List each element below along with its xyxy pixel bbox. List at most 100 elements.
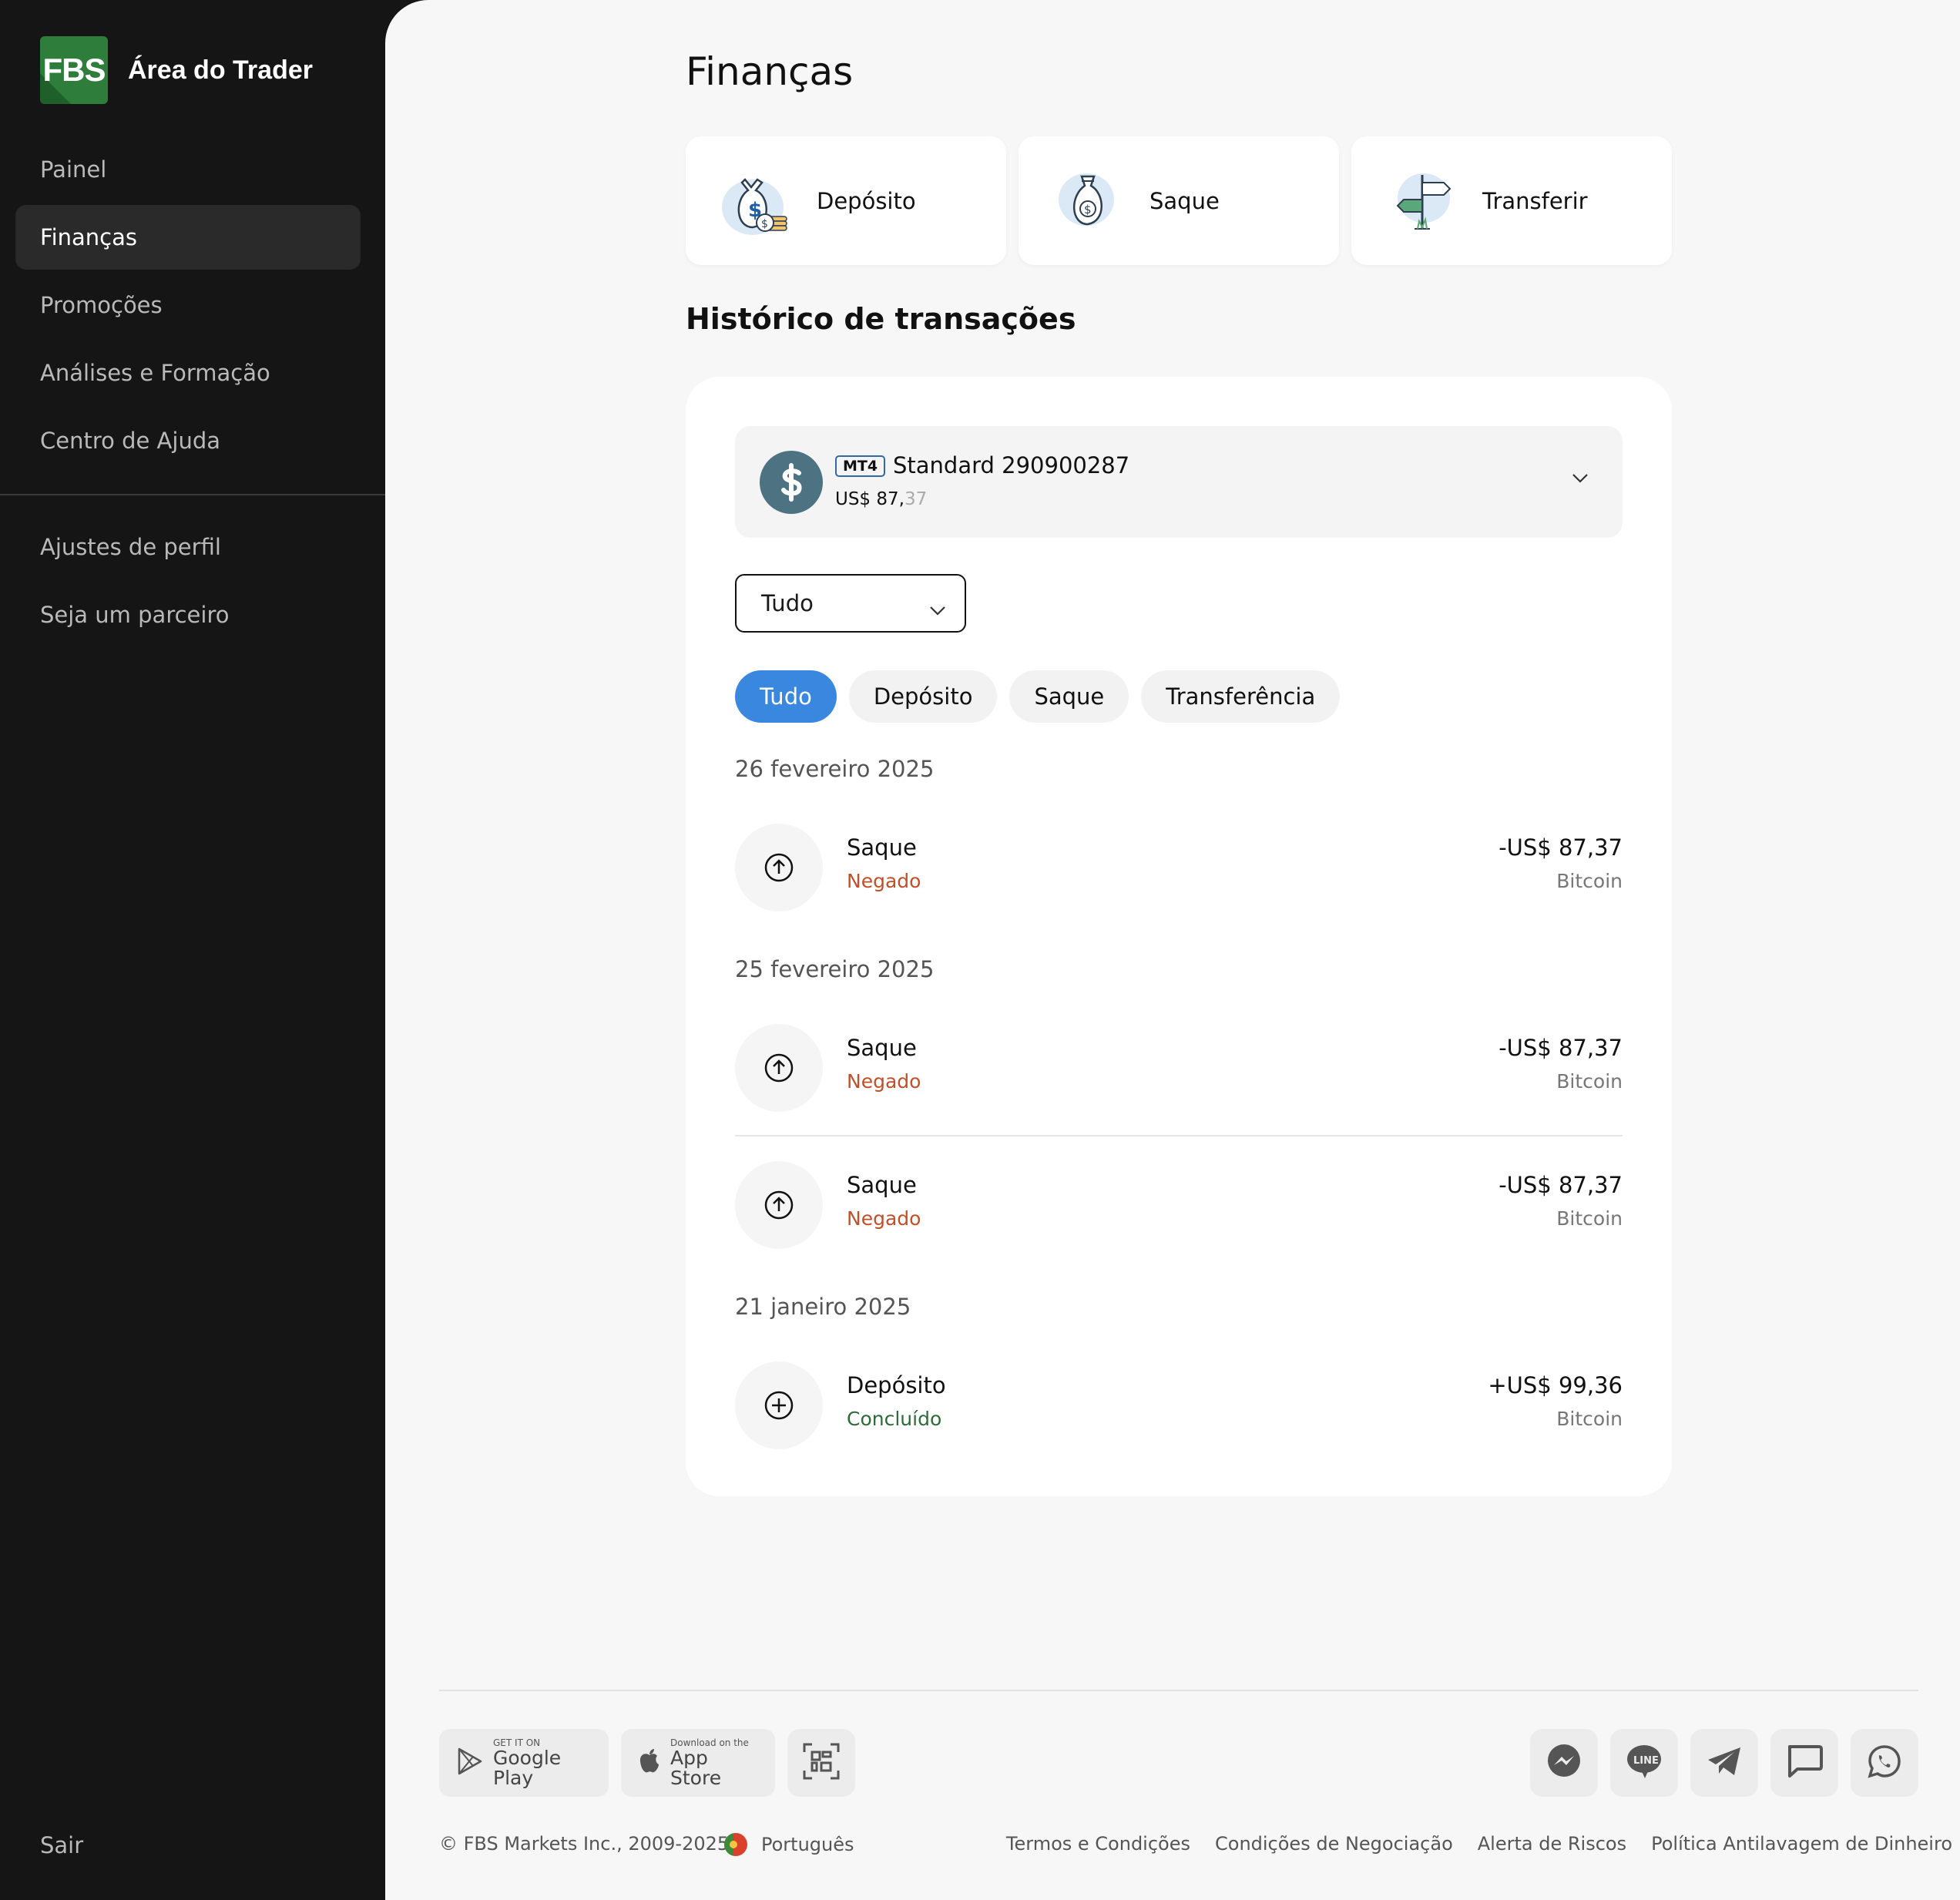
- transaction-method: Bitcoin: [1556, 1408, 1623, 1430]
- date-label: 25 fevereiro 2025: [735, 956, 935, 982]
- footer-links: Termos e Condições Condições de Negociaç…: [1006, 1833, 1952, 1855]
- footer-link-trading-conditions[interactable]: Condições de Negociação: [1215, 1833, 1453, 1855]
- logo-text: FBS: [42, 52, 106, 88]
- logo-row[interactable]: FBS Área do Trader: [40, 36, 313, 104]
- apple-icon: [638, 1747, 661, 1778]
- type-select[interactable]: Tudo: [735, 574, 966, 633]
- sidebar-divider: [0, 494, 385, 495]
- filter-chips: Tudo Depósito Saque Transferência: [735, 670, 1341, 723]
- filter-chip-transferencia[interactable]: Transferência: [1141, 670, 1341, 723]
- money-bag-icon: $: [1046, 158, 1133, 244]
- app-store-button[interactable]: Download on the App Store: [621, 1729, 775, 1797]
- type-select-value: Tudo: [761, 590, 814, 616]
- balance-main: US$ 87,: [835, 489, 904, 509]
- withdraw-card[interactable]: $ Saque: [1019, 136, 1339, 265]
- account-selector[interactable]: MT4 Standard 290900287 US$ 87,37: [735, 426, 1623, 538]
- transaction-amount: +US$ 99,36: [1488, 1372, 1623, 1398]
- transaction-amount: -US$ 87,37: [1499, 1172, 1623, 1198]
- arrow-up-circle-icon: [735, 824, 823, 911]
- chevron-down-icon: [929, 596, 946, 622]
- transaction-method: Bitcoin: [1556, 1207, 1623, 1230]
- transaction-amount: -US$ 87,37: [1499, 1035, 1623, 1061]
- language-label: Português: [761, 1834, 854, 1855]
- balance-cents: 37: [904, 489, 928, 509]
- sidebar-nav: Painel Finanças Promoções Análises e For…: [15, 137, 361, 476]
- deposit-label: Depósito: [817, 187, 916, 214]
- transaction-row[interactable]: Depósito Concluído +US$ 99,36 Bitcoin: [735, 1361, 1623, 1449]
- transaction-type: Depósito: [847, 1372, 946, 1398]
- action-cards: $ $ Depósito $ Saque Transferir: [686, 136, 1672, 265]
- fbs-logo: FBS: [40, 36, 108, 104]
- portugal-flag-icon: [724, 1833, 747, 1856]
- whatsapp-icon: [1867, 1744, 1902, 1782]
- qr-code-icon: [802, 1742, 841, 1784]
- date-label: 21 janeiro 2025: [735, 1294, 911, 1320]
- sidebar-item-financas[interactable]: Finanças: [15, 205, 361, 270]
- account-balance: US$ 87,37: [835, 489, 927, 509]
- signpost-icon: [1379, 158, 1465, 244]
- arrow-up-circle-icon: [735, 1161, 823, 1249]
- transaction-status: Negado: [847, 1070, 921, 1093]
- telegram-button[interactable]: [1690, 1729, 1758, 1797]
- line-icon: LINE: [1625, 1742, 1663, 1784]
- chat-bubble-icon: [1785, 1744, 1824, 1782]
- transfer-label: Transferir: [1482, 187, 1588, 214]
- arrow-up-circle-icon: [735, 1024, 823, 1112]
- transfer-card[interactable]: Transferir: [1351, 136, 1672, 265]
- chevron-down-icon: [1572, 472, 1589, 487]
- footer-link-aml-policy[interactable]: Política Antilavagem de Dinheiro: [1651, 1833, 1952, 1855]
- brand-title: Área do Trader: [128, 55, 313, 85]
- footer-divider: [439, 1690, 1918, 1691]
- sidebar-item-painel[interactable]: Painel: [15, 137, 361, 202]
- language-selector[interactable]: Português: [724, 1833, 854, 1856]
- app-store-big: App Store: [670, 1747, 722, 1789]
- history-card: MT4 Standard 290900287 US$ 87,37 Tudo Tu…: [686, 377, 1672, 1496]
- date-label: 26 fevereiro 2025: [735, 756, 935, 782]
- filter-chip-deposito[interactable]: Depósito: [848, 670, 998, 723]
- whatsapp-button[interactable]: [1851, 1729, 1918, 1797]
- transaction-amount: -US$ 87,37: [1499, 834, 1623, 861]
- money-bag-coins-icon: $ $: [713, 158, 800, 244]
- copyright: © FBS Markets Inc., 2009-2025: [439, 1833, 730, 1855]
- sidebar: FBS Área do Trader Painel Finanças Promo…: [0, 0, 385, 1900]
- footer-link-risk-alert[interactable]: Alerta de Riscos: [1478, 1833, 1626, 1855]
- telegram-icon: [1707, 1746, 1742, 1780]
- line-icon-text: LINE: [1633, 1755, 1659, 1767]
- transaction-status: Negado: [847, 870, 921, 892]
- transaction-status: Concluído: [847, 1408, 942, 1430]
- google-play-icon: [456, 1747, 484, 1779]
- transaction-type: Saque: [847, 1172, 917, 1198]
- sidebar-item-ajustes[interactable]: Ajustes de perfil: [15, 515, 361, 579]
- plus-circle-icon: [735, 1361, 823, 1449]
- transaction-row[interactable]: Saque Negado -US$ 87,37 Bitcoin: [735, 824, 1623, 911]
- google-play-big: Google Play: [493, 1747, 562, 1789]
- messenger-icon: [1545, 1742, 1583, 1784]
- filter-chip-saque[interactable]: Saque: [1009, 670, 1129, 723]
- sidebar-item-parceiro[interactable]: Seja um parceiro: [15, 582, 361, 647]
- google-play-text: GET IT ON Google Play: [493, 1737, 592, 1788]
- sidebar-nav-secondary: Ajustes de perfil Seja um parceiro: [15, 515, 361, 650]
- chat-button[interactable]: [1770, 1729, 1838, 1797]
- logout-link[interactable]: Sair: [40, 1832, 83, 1858]
- line-button[interactable]: LINE: [1610, 1729, 1678, 1797]
- dollar-avatar-icon: [760, 451, 823, 514]
- filter-chip-tudo[interactable]: Tudo: [735, 670, 837, 723]
- sidebar-item-promocoes[interactable]: Promoções: [15, 273, 361, 337]
- page-title: Finanças: [686, 49, 854, 94]
- sidebar-item-ajuda[interactable]: Centro de Ajuda: [15, 408, 361, 473]
- account-name: Standard 290900287: [893, 452, 1130, 478]
- footer-link-terms[interactable]: Termos e Condições: [1006, 1833, 1190, 1855]
- google-play-button[interactable]: GET IT ON Google Play: [439, 1729, 609, 1797]
- messenger-button[interactable]: [1530, 1729, 1598, 1797]
- deposit-card[interactable]: $ $ Depósito: [686, 136, 1006, 265]
- app-store-text: Download on the App Store: [670, 1737, 758, 1788]
- transaction-type: Saque: [847, 834, 917, 861]
- qr-code-button[interactable]: [787, 1729, 855, 1797]
- transaction-row[interactable]: Saque Negado -US$ 87,37 Bitcoin: [735, 1161, 1623, 1249]
- main-panel: Finanças $ $ Depósito $ Saque Transferir…: [385, 0, 1960, 1900]
- history-title: Histórico de transações: [686, 302, 1076, 336]
- sidebar-item-analises[interactable]: Análises e Formação: [15, 341, 361, 405]
- transaction-type: Saque: [847, 1035, 917, 1061]
- platform-badge: MT4: [835, 455, 886, 477]
- transaction-row[interactable]: Saque Negado -US$ 87,37 Bitcoin: [735, 1024, 1623, 1112]
